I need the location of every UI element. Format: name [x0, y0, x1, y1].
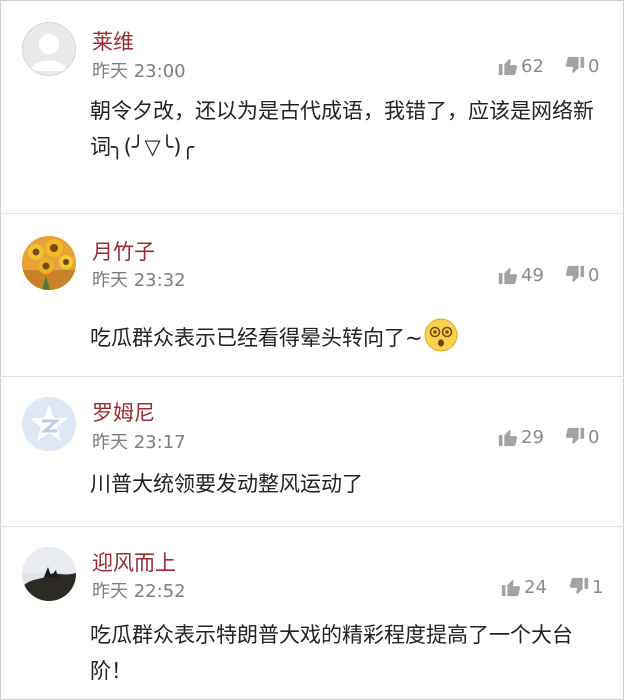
sunflower-avatar[interactable] — [22, 236, 76, 290]
thumbs-up-icon — [501, 580, 521, 597]
comment-time: 昨天 22:52 — [92, 581, 186, 602]
thumbs-down-icon — [565, 265, 585, 282]
like-count: 29 — [521, 426, 544, 448]
thumbs-down-icon — [569, 577, 589, 594]
comment-text-row: 吃瓜群众表示已经看得晕头转向了~ — [90, 317, 624, 364]
comment-time: 昨天 23:32 — [92, 270, 186, 291]
like-button[interactable]: 49 — [497, 264, 544, 286]
thumbs-up-icon — [498, 59, 518, 76]
commenter-name[interactable]: 迎风而上 — [92, 547, 176, 577]
qzone-avatar-icon[interactable] — [22, 397, 76, 451]
comment-text: 吃瓜群众表示特朗普大戏的精彩程度提高了一个大台阶！ — [90, 623, 573, 683]
comment-text: 川普大统领要发动整风运动了 — [90, 472, 363, 496]
dizzy-face-emoji — [423, 317, 459, 364]
dislike-button[interactable]: 0 — [564, 426, 599, 448]
like-button[interactable]: 29 — [497, 426, 544, 448]
comment-item: 莱维 昨天 23:00 62 0 朝令夕改，还以为是古代成语，我错了，应该是网络… — [0, 0, 624, 214]
dislike-count: 0 — [588, 55, 600, 77]
like-button[interactable]: 24 — [500, 576, 547, 598]
like-count: 62 — [521, 55, 544, 77]
dislike-count: 1 — [592, 576, 604, 598]
comment-item: 迎风而上 昨天 22:52 24 1 吃瓜群众表示特朗普大戏的精彩程度提高了一个… — [0, 527, 624, 700]
like-count: 49 — [521, 264, 544, 286]
comment-item: 罗姆尼 昨天 23:17 29 0 川普大统领要发动整风运动了 — [0, 377, 624, 527]
dislike-count: 0 — [588, 264, 600, 286]
thumbs-up-icon — [498, 430, 518, 447]
commenter-name[interactable]: 莱维 — [92, 26, 134, 56]
dislike-count: 0 — [588, 426, 600, 448]
comment-item: 月竹子 昨天 23:32 49 0 吃瓜群众表示已经看得晕头转向了~ — [0, 214, 624, 377]
commenter-name[interactable]: 月竹子 — [92, 236, 155, 266]
comment-text: 吃瓜群众表示已经看得晕头转向了~ — [90, 326, 423, 350]
comment-time: 昨天 23:17 — [92, 432, 186, 453]
landscape-avatar[interactable] — [22, 547, 76, 601]
dislike-button[interactable]: 1 — [568, 576, 603, 598]
like-count: 24 — [524, 576, 547, 598]
dislike-button[interactable]: 0 — [564, 55, 599, 77]
comment-time: 昨天 23:00 — [92, 61, 186, 82]
thumbs-up-icon — [498, 268, 518, 285]
thumbs-down-icon — [565, 56, 585, 73]
dislike-button[interactable]: 0 — [564, 264, 599, 286]
like-button[interactable]: 62 — [497, 55, 544, 77]
commenter-name[interactable]: 罗姆尼 — [92, 397, 155, 427]
comment-text: 朝令夕改，还以为是古代成语，我错了，应该是网络新词╮(╯▽╰)╭ — [90, 99, 594, 159]
default-avatar-icon[interactable] — [22, 22, 76, 76]
thumbs-down-icon — [565, 427, 585, 444]
